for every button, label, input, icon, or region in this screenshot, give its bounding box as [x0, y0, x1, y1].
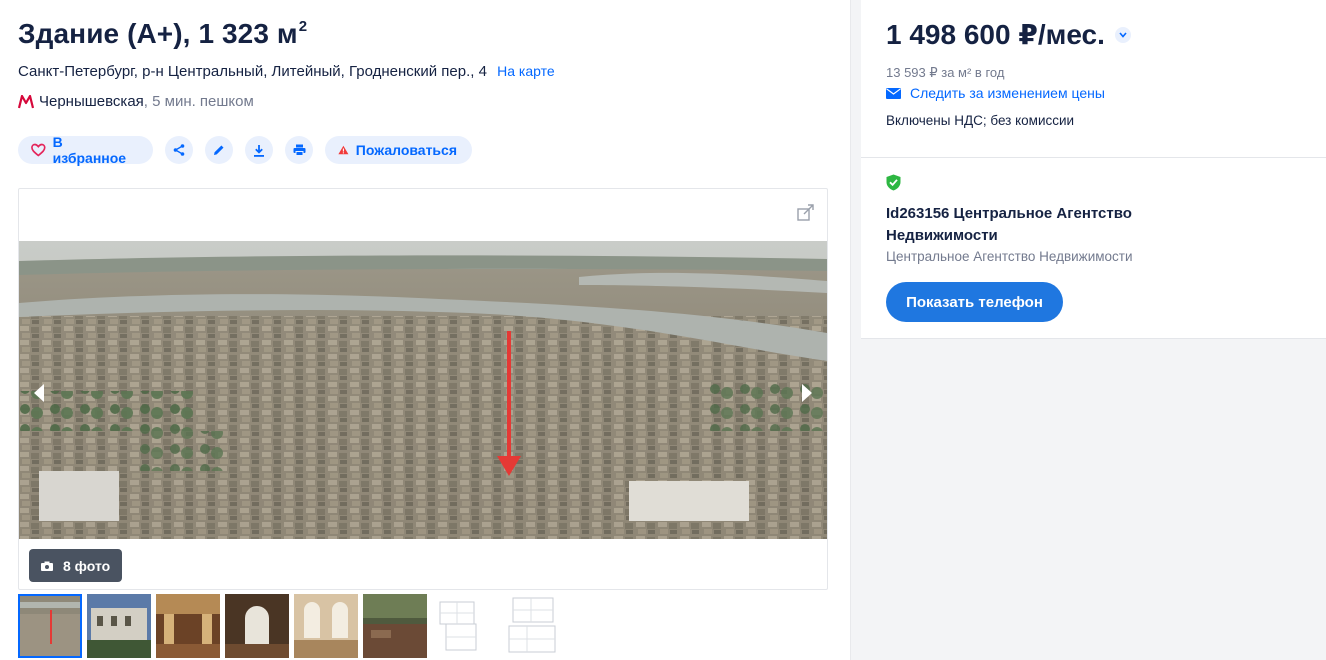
- thumbnail-interior[interactable]: [294, 594, 358, 658]
- thumbnail-hall[interactable]: [156, 594, 220, 658]
- price-terms: Включены НДС; без комиссии: [886, 113, 1075, 128]
- envelope-icon: [886, 87, 901, 99]
- track-price-label: Следить за изменением цены: [910, 85, 1105, 101]
- heart-icon: [31, 143, 46, 157]
- edit-button[interactable]: [205, 136, 233, 164]
- map-link[interactable]: На карте: [497, 63, 555, 79]
- agent-name[interactable]: Id263156 Центральное Агентство Недвижимо…: [886, 203, 1186, 247]
- print-button[interactable]: [285, 136, 313, 164]
- thumbnail-courtyard[interactable]: [363, 594, 427, 658]
- complain-button[interactable]: Пожаловаться: [325, 136, 472, 164]
- listing-main: Здание (А+), 1 323 м2 Санкт-Петербург, р…: [18, 0, 830, 660]
- metro-info: Чернышевская , 5 мин. пешком: [18, 93, 254, 110]
- title-superscript: 2: [298, 18, 308, 35]
- metro-walk-time: , 5 мин. пешком: [143, 93, 254, 110]
- previous-photo-arrow-icon[interactable]: [31, 383, 47, 403]
- warning-icon: [338, 145, 349, 155]
- agent-company: Центральное Агентство Недвижимости: [886, 249, 1133, 264]
- thumbnail-aerial[interactable]: [18, 594, 82, 658]
- camera-icon: [41, 561, 53, 571]
- address-text: Санкт-Петербург, р-н Центральный, Литейн…: [18, 63, 487, 80]
- price-details-toggle[interactable]: [1114, 26, 1131, 43]
- price-per-meter: 13 593 ₽ за м² в год: [886, 65, 1005, 80]
- action-bar: В избранное Пожаловаться: [18, 134, 472, 166]
- thumbnail-facade[interactable]: [87, 594, 151, 658]
- expand-icon[interactable]: [797, 203, 815, 221]
- download-button[interactable]: [245, 136, 273, 164]
- show-phone-button[interactable]: Показать телефон: [886, 282, 1063, 322]
- track-price-link[interactable]: Следить за изменением цены: [886, 85, 1105, 101]
- share-icon: [173, 144, 185, 156]
- photo-count-button[interactable]: 8 фото: [29, 549, 123, 582]
- complain-label: Пожаловаться: [355, 142, 457, 158]
- address: Санкт-Петербург, р-н Центральный, Литейн…: [18, 63, 555, 80]
- sidebar: 1 498 600 ₽/мес. 13 593 ₽ за м² в год Сл…: [861, 0, 1326, 660]
- thumbnail-floor-plan-1[interactable]: [432, 594, 496, 658]
- metro-station[interactable]: Чернышевская: [39, 93, 144, 110]
- photo-gallery: 8 фото: [18, 188, 828, 590]
- thumbnail-strip: [18, 594, 570, 660]
- price-card: 1 498 600 ₽/мес. 13 593 ₽ за м² в год Сл…: [861, 0, 1326, 158]
- agent-card: Id263156 Центральное Агентство Недвижимо…: [861, 158, 1326, 339]
- favorite-button[interactable]: В избранное: [18, 134, 153, 166]
- main-photo[interactable]: [19, 241, 827, 539]
- price-value: 1 498 600 ₽/мес.: [886, 19, 1105, 50]
- download-icon: [254, 144, 264, 157]
- aerial-city-photo: [19, 241, 827, 539]
- favorite-label: В избранное: [52, 134, 127, 166]
- next-photo-arrow-icon[interactable]: [799, 383, 815, 403]
- edit-icon: [214, 145, 224, 155]
- photo-count-label: 8 фото: [63, 557, 111, 574]
- metro-icon: [18, 94, 34, 108]
- price: 1 498 600 ₽/мес.: [886, 18, 1131, 51]
- chevron-down-icon: [1119, 31, 1127, 38]
- column-divider: [850, 0, 861, 660]
- print-icon: [293, 144, 305, 156]
- page-title: Здание (А+), 1 323 м2: [18, 18, 307, 50]
- verified-shield-icon: [886, 174, 901, 191]
- thumbnail-arched-window[interactable]: [225, 594, 289, 658]
- thumbnail-floor-plan-2[interactable]: [501, 594, 565, 658]
- page-title-text: Здание (А+), 1 323 м: [18, 18, 298, 49]
- share-button[interactable]: [165, 136, 193, 164]
